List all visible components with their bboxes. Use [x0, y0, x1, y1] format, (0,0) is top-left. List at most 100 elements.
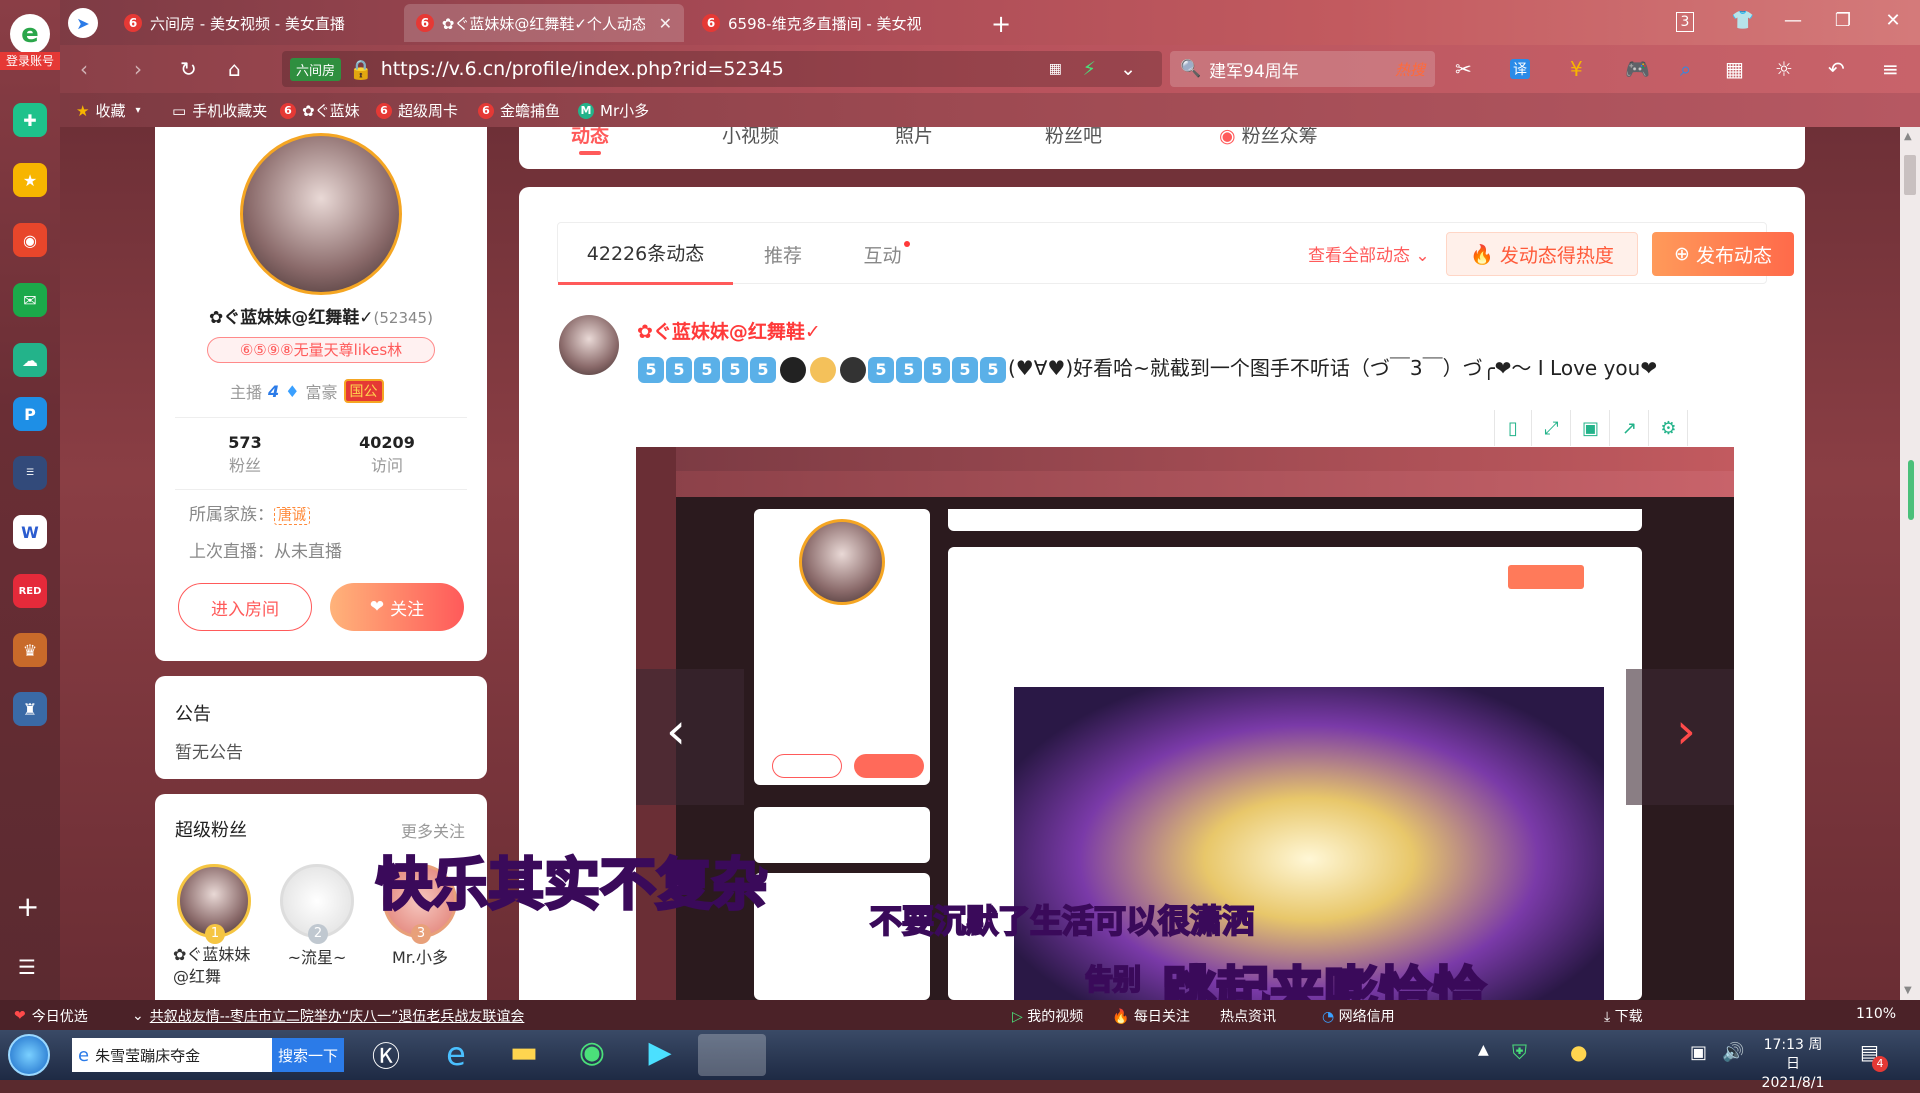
forward-icon[interactable]: › — [134, 57, 142, 81]
minimize-icon[interactable]: — — [1778, 10, 1808, 31]
gamepad-icon[interactable]: 🎮 — [1625, 57, 1650, 81]
volume-icon[interactable]: 🔊 — [1722, 1042, 1744, 1063]
topnav-video[interactable]: 小视频 — [722, 127, 779, 148]
mail-icon[interactable]: ✉ — [13, 283, 47, 317]
game-news-icon[interactable]: ☰ — [13, 456, 47, 490]
shirt-icon[interactable]: 👕 — [1728, 10, 1758, 31]
tab-recommend[interactable]: 推荐 — [733, 223, 833, 285]
lightning-icon[interactable]: ⚡ — [1083, 58, 1096, 80]
fan-name[interactable]: ✿ぐ蓝妹妹@红舞 — [173, 944, 263, 988]
scissors-icon[interactable]: ✂ — [1455, 57, 1472, 81]
tab-all-posts[interactable]: 42226条动态 — [558, 223, 733, 285]
folder-icon[interactable]: ▬ — [496, 1035, 552, 1075]
ie-browser-icon[interactable]: e — [428, 1035, 484, 1075]
tab-1[interactable]: 6 六间房 - 美女视频 - 美女直播 — [112, 4, 402, 42]
undo-icon[interactable]: ↶ — [1828, 57, 1845, 81]
settings-tool-icon[interactable]: ⚙ — [1650, 410, 1688, 446]
avatar[interactable] — [240, 133, 402, 295]
fan-name[interactable]: Mr.小多 — [383, 944, 457, 968]
close-icon[interactable]: ✕ — [659, 14, 672, 33]
xiaohongshu-icon[interactable]: RED — [13, 574, 47, 608]
post-avatar[interactable] — [559, 315, 619, 375]
save-tool-icon[interactable]: ▣ — [1572, 410, 1610, 446]
side-handle[interactable] — [1908, 460, 1914, 520]
coin-icon[interactable]: ¥ — [1570, 57, 1583, 81]
login-button[interactable]: 登录账号 — [0, 52, 60, 70]
today-picks[interactable]: ❤ 今日优选 — [14, 1006, 88, 1026]
zoom-icon[interactable]: ⌕ — [1680, 57, 1691, 81]
grid-icon[interactable]: ▦ — [1725, 57, 1744, 81]
hot-search-label[interactable]: 热搜 — [1395, 59, 1425, 80]
game2-icon[interactable]: ♜ — [13, 692, 47, 726]
family-badge[interactable]: 唐诚 — [274, 507, 310, 525]
taskbar-search-button[interactable]: 搜索一下 — [272, 1038, 344, 1072]
topnav-fanbar[interactable]: 粉丝吧 — [1045, 127, 1102, 148]
enter-room-button[interactable]: 进入房间 — [178, 583, 312, 631]
k-app-icon[interactable]: Ⓚ — [358, 1035, 414, 1075]
close-window-icon[interactable]: ✕ — [1878, 10, 1908, 31]
clock[interactable]: 17:13 周日 2021/8/1 — [1758, 1036, 1828, 1093]
network-icon[interactable]: ▣ — [1690, 1042, 1707, 1063]
plus-app-icon[interactable]: ✚ — [13, 103, 47, 137]
bookmark-1[interactable]: 6 ✿ぐ蓝妹 — [280, 100, 360, 121]
topnav-dongtai[interactable]: 动态 — [571, 127, 609, 148]
send-icon[interactable]: ➤ — [68, 8, 98, 38]
shield-icon[interactable]: ⛨ — [1512, 1040, 1527, 1064]
topnav-photo[interactable]: 照片 — [895, 127, 933, 148]
scroll-up-icon[interactable]: ▲ — [1904, 131, 1912, 142]
game-icon[interactable]: ♛ — [13, 633, 47, 667]
view-all-link[interactable]: 查看全部动态 ⌄ — [1308, 241, 1430, 266]
download[interactable]: ⤓ 下载 — [1604, 1006, 1643, 1026]
follow-button[interactable]: ❤ 关注 — [330, 583, 464, 631]
360-browser-icon[interactable]: ◉ — [564, 1035, 620, 1075]
sun-icon[interactable]: ☼ — [1775, 57, 1793, 81]
cloud-icon[interactable]: ☁ — [13, 343, 47, 377]
p-app-icon[interactable]: P — [13, 397, 47, 431]
hamburger-icon[interactable]: ≡ — [1882, 57, 1899, 81]
topnav-crowdfund[interactable]: ◉ 粉丝众筹 — [1219, 127, 1318, 148]
bookmark-tool-icon[interactable]: ▯ — [1494, 410, 1532, 446]
expand-tool-icon[interactable]: ⤢ — [1533, 410, 1571, 446]
fan-name[interactable]: ~流星~ — [280, 944, 354, 968]
post-author[interactable]: ✿ぐ蓝妹妹@红舞鞋✓ — [637, 317, 821, 344]
add-icon[interactable]: + — [16, 890, 39, 923]
address-bar[interactable]: 六间房 🔒 https://v.6.cn/profile/index.php?r… — [282, 51, 1162, 87]
tab-3[interactable]: 6 6598-维克多直播间 - 美女视 — [690, 4, 980, 42]
chevron-right-icon[interactable]: › — [1676, 702, 1696, 760]
chevron-down-icon[interactable]: ⌄ — [1120, 58, 1136, 80]
search-input[interactable]: 建军94周年 — [1209, 57, 1299, 82]
credit[interactable]: ◔ 网络信用 — [1322, 1006, 1395, 1026]
start-button[interactable] — [8, 1034, 50, 1076]
restore-icon[interactable]: ❐ — [1828, 10, 1858, 31]
bookmark-3[interactable]: 6 金蟾捕鱼 — [478, 100, 560, 121]
prev-arrow[interactable] — [636, 669, 744, 805]
home-icon[interactable]: ⌂ — [228, 57, 241, 81]
chevron-left-icon[interactable]: ‹ — [666, 702, 686, 760]
share-tool-icon[interactable]: ↗ — [1611, 410, 1649, 446]
new-tab-button[interactable]: + — [986, 10, 1016, 38]
star-icon[interactable]: ★ — [13, 163, 47, 197]
tray-expand-icon[interactable]: ▲ — [1478, 1042, 1489, 1058]
refresh-icon[interactable]: ↻ — [180, 57, 197, 81]
video-player-icon[interactable]: ▶ — [632, 1035, 688, 1075]
translate-icon[interactable]: 译 — [1510, 59, 1530, 79]
bookmark-4[interactable]: M Mr小多 — [578, 100, 649, 121]
daily-follow[interactable]: 🔥 每日关注 — [1112, 1006, 1190, 1026]
scroll-thumb[interactable] — [1904, 155, 1916, 195]
scrollbar[interactable]: ▲ ▼ — [1900, 127, 1920, 1000]
my-video[interactable]: ▷ 我的视频 — [1012, 1006, 1083, 1026]
more-follow-link[interactable]: 更多关注 — [401, 818, 465, 842]
menu-icon[interactable]: ☰ — [18, 955, 36, 979]
news-ticker[interactable]: ⌄ 共叙战友情--枣庄市立二院举办“庆八一”退伍老兵战友联谊会 — [132, 1006, 524, 1026]
url-text[interactable]: https://v.6.cn/profile/index.php?rid=523… — [381, 58, 784, 80]
tab-interaction[interactable]: 互动 — [838, 223, 933, 285]
tab-count[interactable]: 3 — [1676, 12, 1694, 32]
search-box[interactable]: 🔍 建军94周年 热搜 — [1170, 51, 1435, 87]
active-app-icon[interactable] — [698, 1034, 766, 1076]
scroll-down-icon[interactable]: ▼ — [1904, 985, 1912, 996]
tray-app-icon[interactable]: ● — [1570, 1040, 1587, 1064]
word-icon[interactable]: W — [13, 515, 47, 549]
taskbar-search[interactable]: e 朱雪莹蹦床夺金 — [72, 1038, 272, 1072]
bookmark-favorites[interactable]: ★ 收藏 ▾ — [76, 100, 141, 121]
tab-2[interactable]: 6 ✿ぐ蓝妹妹@红舞鞋✓个人动态 ✕ — [404, 4, 684, 42]
